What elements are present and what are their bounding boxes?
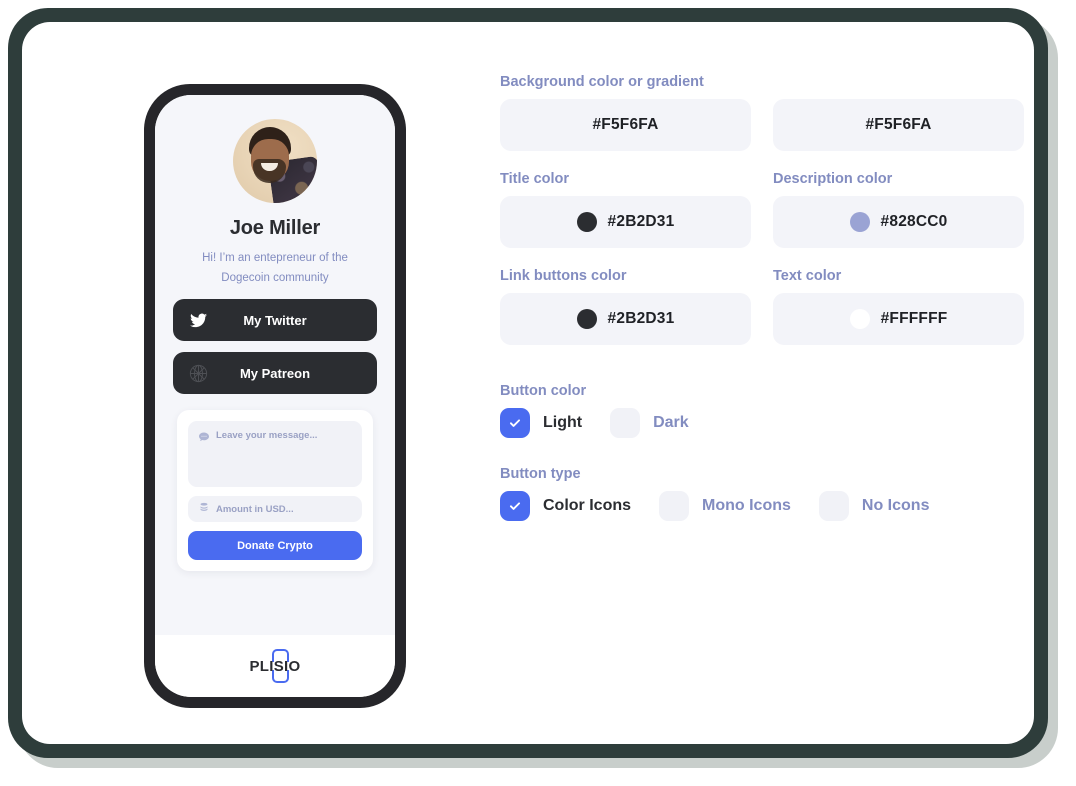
link-button-label: My Twitter bbox=[243, 312, 307, 328]
option-mono-icons-label: Mono Icons bbox=[702, 497, 791, 514]
link-button-label: My Patreon bbox=[239, 365, 311, 381]
description-color-field[interactable]: #828CC0 bbox=[773, 196, 1024, 248]
link-buttons-color-value: #2B2D31 bbox=[607, 310, 675, 327]
option-light[interactable]: Light bbox=[500, 408, 582, 438]
donate-crypto-button[interactable]: Donate Crypto bbox=[188, 531, 362, 561]
checkbox-mono-icons[interactable] bbox=[659, 491, 690, 521]
plisio-wordmark: PLISIO bbox=[249, 657, 301, 675]
title-color-value: #2B2D31 bbox=[607, 213, 675, 230]
plisio-logo: PLISIO bbox=[250, 649, 301, 683]
checkbox-light[interactable] bbox=[500, 408, 530, 438]
outer-frame: Joe Miller Hi! I’m an entepreneur of the… bbox=[8, 8, 1048, 758]
option-mono-icons[interactable]: Mono Icons bbox=[659, 491, 791, 521]
option-color-icons[interactable]: Color Icons bbox=[500, 491, 631, 521]
profile-name: Joe Miller bbox=[229, 217, 321, 239]
description-color-value: #828CC0 bbox=[880, 213, 948, 230]
text-color-label: Text color bbox=[773, 268, 842, 284]
background-end-field[interactable]: #F5F6FA bbox=[773, 99, 1024, 151]
check-icon bbox=[509, 419, 521, 427]
profile-bio: Hi! I’m an entepreneur of the Dogecoin c… bbox=[202, 252, 348, 285]
background-end-value: #F5F6FA bbox=[865, 116, 932, 133]
text-color-field[interactable]: #FFFFFF bbox=[773, 293, 1024, 345]
amount-placeholder-text: Amount in USD... bbox=[216, 503, 294, 515]
message-placeholder-text: Leave your message... bbox=[216, 430, 318, 442]
checkbox-no-icons[interactable] bbox=[818, 491, 849, 521]
link-button-twitter[interactable]: My Twitter bbox=[173, 299, 377, 342]
button-type-options: Color Icons Mono Icons No Icons bbox=[500, 491, 1024, 521]
title-color-field[interactable]: #2B2D31 bbox=[500, 196, 751, 248]
link-text-labels-row: Link buttons color #2B2D31 Text color #F… bbox=[500, 268, 1024, 355]
donation-panel: Leave your message... Amount in USD... D… bbox=[177, 410, 373, 572]
button-type-label: Button type bbox=[500, 466, 581, 482]
title-color-label: Title color bbox=[500, 171, 570, 187]
title-description-labels-row: Title color #2B2D31 Description color #8… bbox=[500, 171, 1024, 258]
avatar bbox=[233, 119, 317, 203]
button-color-options: Light Dark bbox=[500, 408, 1024, 438]
phone-mockup: Joe Miller Hi! I’m an entepreneur of the… bbox=[144, 84, 406, 708]
phone-screen: Joe Miller Hi! I’m an entepreneur of the… bbox=[155, 95, 395, 697]
background-start-field[interactable]: #F5F6FA bbox=[500, 99, 751, 151]
button-color-group: Button color Light Dark bbox=[500, 383, 1024, 438]
background-color-label: Background color or gradient bbox=[500, 74, 704, 90]
option-light-label: Light bbox=[543, 414, 583, 431]
text-color-value: #FFFFFF bbox=[880, 310, 948, 327]
message-input[interactable]: Leave your message... bbox=[188, 421, 362, 488]
option-dark-label: Dark bbox=[653, 414, 689, 431]
option-no-icons[interactable]: No Icons bbox=[818, 491, 930, 521]
button-type-group: Button type Color Icons Mono Icons No Ic… bbox=[500, 466, 1024, 521]
check-icon bbox=[509, 502, 521, 510]
link-buttons-color-swatch bbox=[576, 309, 597, 329]
option-no-icons-label: No Icons bbox=[861, 497, 930, 514]
coins-icon bbox=[198, 500, 210, 518]
link-button-patreon[interactable]: My Patreon bbox=[173, 352, 377, 395]
phone-footer: PLISIO bbox=[155, 635, 395, 697]
checkbox-color-icons[interactable] bbox=[500, 491, 530, 521]
text-color-swatch bbox=[849, 309, 870, 329]
amount-input[interactable]: Amount in USD... bbox=[188, 496, 362, 523]
button-color-label: Button color bbox=[500, 383, 587, 399]
option-color-icons-label: Color Icons bbox=[543, 497, 632, 514]
checkbox-dark[interactable] bbox=[610, 408, 641, 438]
background-fields-row: #F5F6FA #F5F6FA bbox=[500, 99, 1024, 161]
background-start-value: #F5F6FA bbox=[592, 116, 659, 133]
settings-panel: Background color or gradient #F5F6FA #F5… bbox=[500, 74, 1024, 521]
title-color-swatch bbox=[576, 212, 597, 232]
chat-bubble-icon bbox=[198, 430, 210, 448]
main-card: Joe Miller Hi! I’m an entepreneur of the… bbox=[22, 22, 1034, 744]
description-color-label: Description color bbox=[773, 171, 893, 187]
profile-area: Joe Miller Hi! I’m an entepreneur of the… bbox=[155, 95, 395, 635]
link-buttons-color-field[interactable]: #2B2D31 bbox=[500, 293, 751, 345]
option-dark[interactable]: Dark bbox=[610, 408, 689, 438]
link-buttons-color-label: Link buttons color bbox=[500, 268, 627, 284]
description-color-swatch bbox=[849, 212, 870, 232]
